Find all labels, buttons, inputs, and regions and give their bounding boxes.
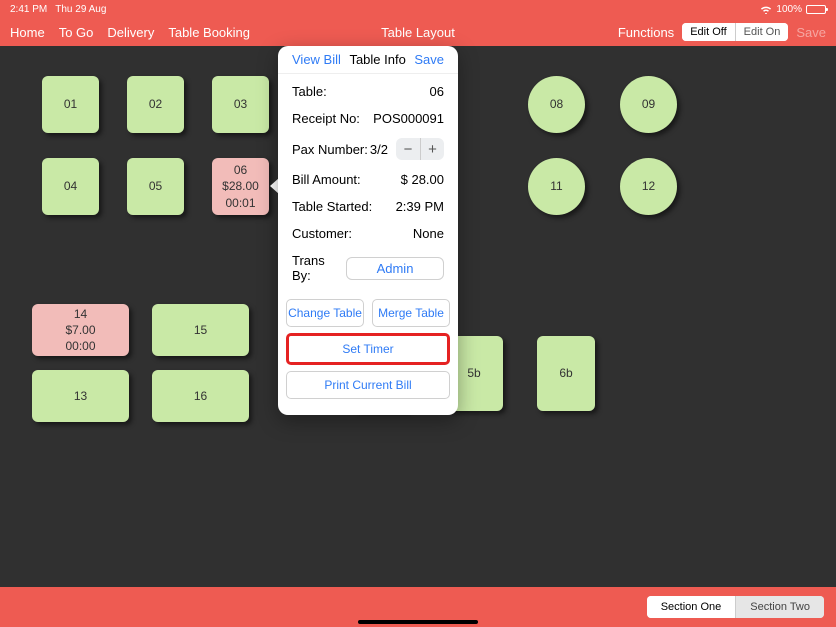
- table-09[interactable]: 09: [620, 76, 677, 133]
- nav-save[interactable]: Save: [796, 25, 826, 40]
- home-indicator: [358, 620, 478, 624]
- nav-home[interactable]: Home: [10, 25, 45, 40]
- table-15[interactable]: 15: [152, 304, 249, 356]
- bill-label: Bill Amount:: [292, 172, 361, 187]
- table-6b[interactable]: 6b: [537, 336, 595, 411]
- table-value: 06: [430, 84, 444, 99]
- table-14[interactable]: 14$7.0000:00: [32, 304, 129, 356]
- table-03[interactable]: 03: [212, 76, 269, 133]
- table-05[interactable]: 05: [127, 158, 184, 215]
- table-04[interactable]: 04: [42, 158, 99, 215]
- started-value: 2:39 PM: [396, 199, 444, 214]
- table-label: 04: [64, 178, 77, 194]
- change-table-button[interactable]: Change Table: [286, 299, 364, 327]
- table-info-title: Table Info: [349, 52, 405, 67]
- pax-value: 3/2: [370, 142, 388, 157]
- status-date: Thu 29 Aug: [55, 4, 106, 15]
- pax-plus-button[interactable]: +: [420, 138, 444, 160]
- table-label: 06: [234, 162, 247, 178]
- receipt-value: POS000091: [373, 111, 444, 126]
- nav-functions[interactable]: Functions: [618, 25, 674, 40]
- table-06[interactable]: 06$28.0000:01: [212, 158, 269, 215]
- table-08[interactable]: 08: [528, 76, 585, 133]
- nav-to-go[interactable]: To Go: [59, 25, 94, 40]
- table-label: 5b: [467, 365, 480, 381]
- table-label: 12: [642, 178, 655, 194]
- edit-on-button[interactable]: Edit On: [735, 23, 789, 41]
- receipt-label: Receipt No:: [292, 111, 360, 126]
- status-time: 2:41 PM: [10, 4, 47, 15]
- table-label: 03: [234, 96, 247, 112]
- pax-stepper[interactable]: − +: [396, 138, 444, 160]
- table-13[interactable]: 13: [32, 370, 129, 422]
- table-label: 16: [194, 388, 207, 404]
- section-two-tab[interactable]: Section Two: [735, 596, 824, 618]
- table-label: Table:: [292, 84, 327, 99]
- pax-minus-button[interactable]: −: [396, 138, 420, 160]
- customer-label: Customer:: [292, 226, 352, 241]
- section-one-tab[interactable]: Section One: [647, 596, 736, 618]
- customer-value: None: [413, 226, 444, 241]
- table-label: 05: [149, 178, 162, 194]
- table-label: 02: [149, 96, 162, 112]
- table-label: 08: [550, 96, 563, 112]
- table-02[interactable]: 02: [127, 76, 184, 133]
- table-amount: $7.00: [65, 322, 95, 338]
- pax-label: Pax Number:: [292, 142, 368, 157]
- edit-off-button[interactable]: Edit Off: [682, 23, 734, 41]
- edit-mode-segment[interactable]: Edit Off Edit On: [682, 23, 788, 41]
- navigation-bar: Home To Go Delivery Table Booking Table …: [0, 18, 836, 46]
- page-title: Table Layout: [381, 25, 455, 40]
- table-label: 01: [64, 96, 77, 112]
- section-segment[interactable]: Section One Section Two: [647, 596, 824, 618]
- trans-label: Trans By:: [292, 253, 346, 283]
- nav-table-booking[interactable]: Table Booking: [168, 25, 250, 40]
- table-01[interactable]: 01: [42, 76, 99, 133]
- table-11[interactable]: 11: [528, 158, 585, 215]
- popover-save-button[interactable]: Save: [414, 52, 444, 67]
- trans-by-button[interactable]: Admin: [346, 257, 444, 280]
- battery-icon: [806, 5, 826, 14]
- table-label: 13: [74, 388, 87, 404]
- view-bill-button[interactable]: View Bill: [292, 52, 341, 67]
- table-timer: 00:01: [225, 195, 255, 211]
- table-16[interactable]: 16: [152, 370, 249, 422]
- merge-table-button[interactable]: Merge Table: [372, 299, 450, 327]
- table-label: 6b: [559, 365, 572, 381]
- print-current-bill-button[interactable]: Print Current Bill: [286, 371, 450, 399]
- table-info-popover: View Bill Table Info Save Table: 06 Recei…: [278, 46, 458, 415]
- started-label: Table Started:: [292, 199, 372, 214]
- battery-percent: 100%: [776, 4, 802, 15]
- wifi-icon: [760, 5, 772, 14]
- nav-delivery[interactable]: Delivery: [107, 25, 154, 40]
- bill-value: $ 28.00: [401, 172, 444, 187]
- table-label: 14: [74, 306, 87, 322]
- table-12[interactable]: 12: [620, 158, 677, 215]
- set-timer-button[interactable]: Set Timer: [286, 333, 450, 365]
- table-label: 09: [642, 96, 655, 112]
- table-amount: $28.00: [222, 178, 259, 194]
- table-timer: 00:00: [65, 338, 95, 354]
- table-label: 15: [194, 322, 207, 338]
- table-label: 11: [550, 178, 562, 194]
- status-bar: 2:41 PM Thu 29 Aug 100%: [0, 0, 836, 18]
